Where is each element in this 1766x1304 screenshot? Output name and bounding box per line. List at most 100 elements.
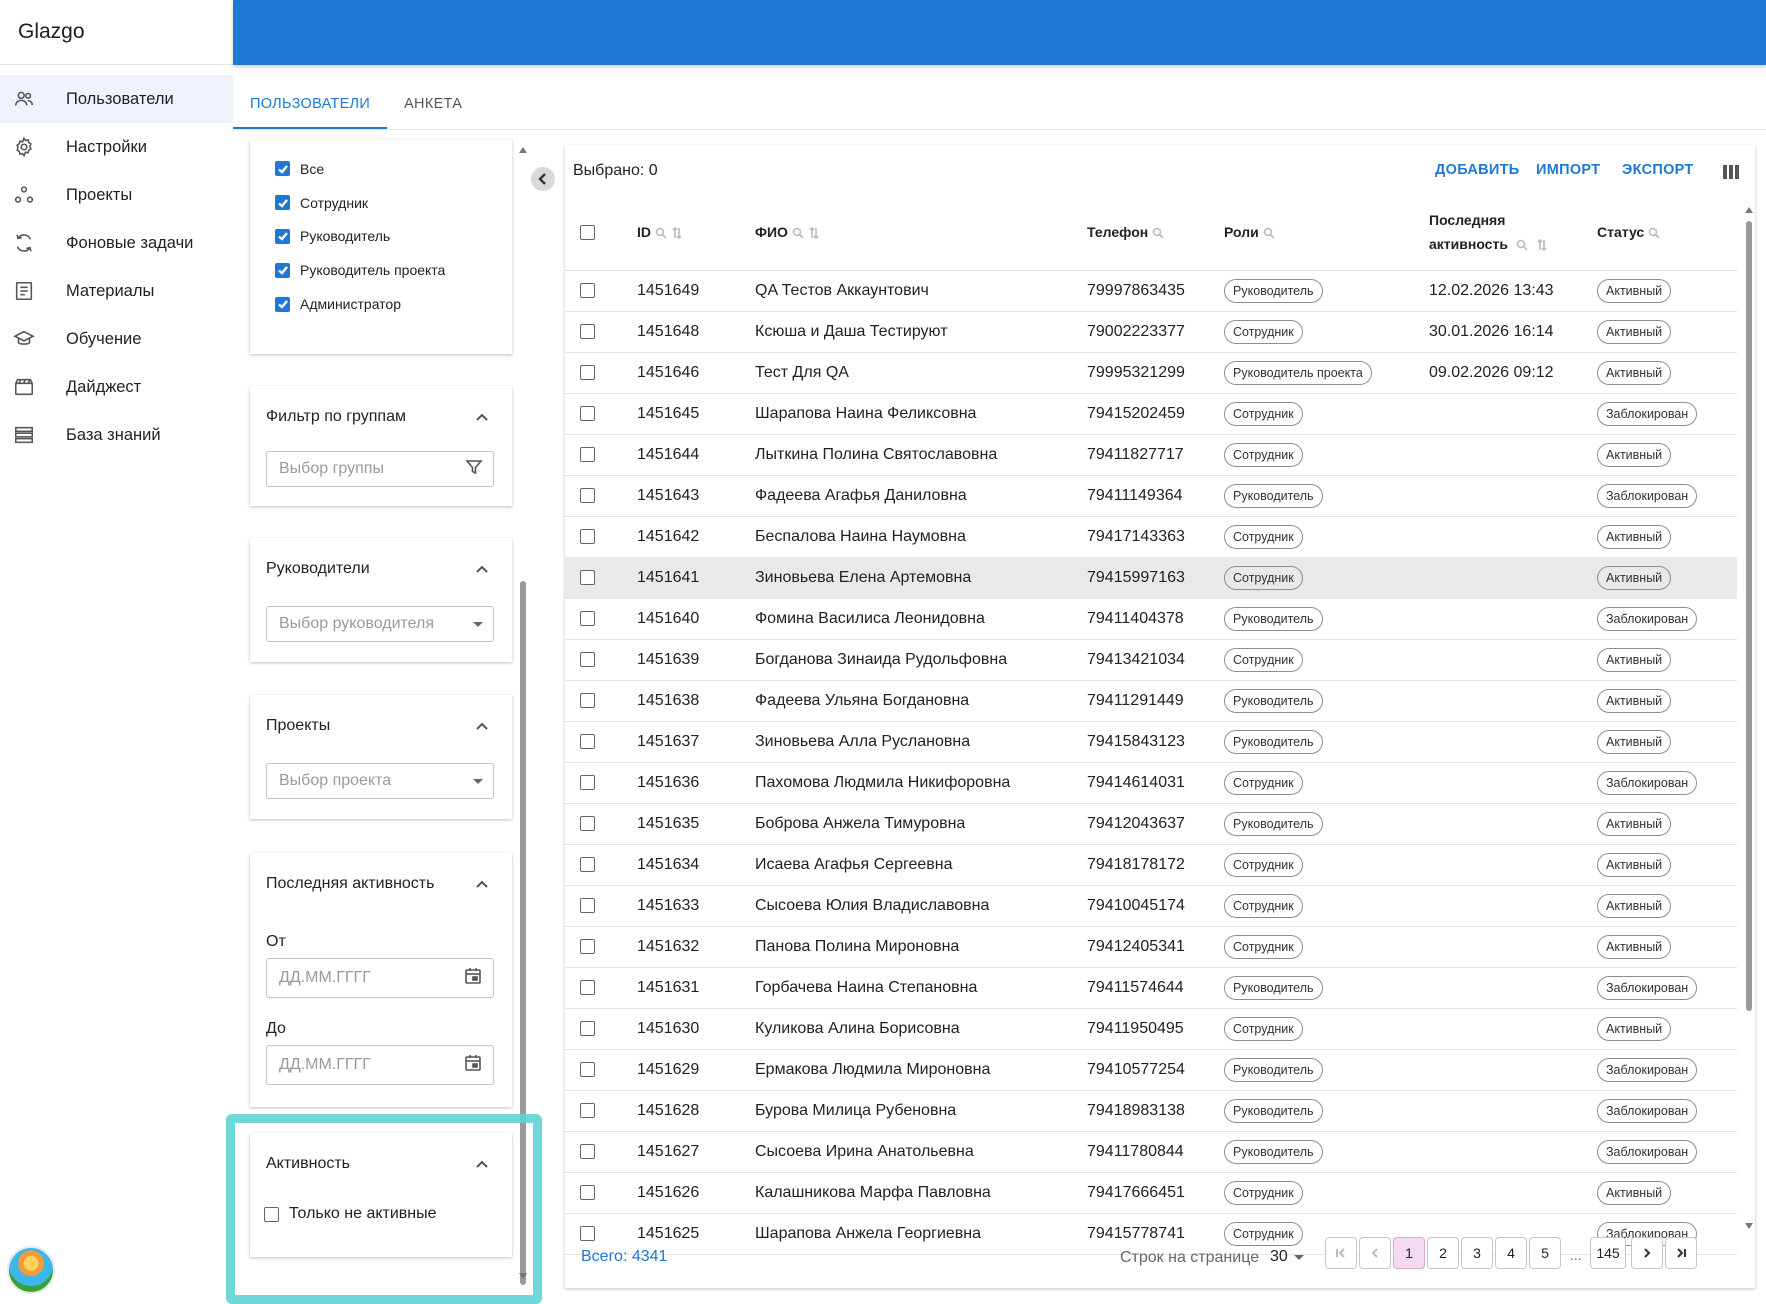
- table-row[interactable]: 1451646 Тест Для QA 79995321299 Руководител…: [565, 352, 1737, 394]
- row-checkbox[interactable]: [580, 1103, 595, 1118]
- column-header-status[interactable]: Статус: [1597, 195, 1737, 271]
- table-row[interactable]: 1451643 Фадеева Агафья Даниловна 794111493…: [565, 475, 1737, 517]
- table-row[interactable]: 1451642 Беспалова Наина Наумовна 794171433…: [565, 516, 1737, 558]
- rows-per-page-select[interactable]: 30: [1270, 1248, 1304, 1266]
- search-icon[interactable]: [1263, 226, 1275, 239]
- sidebar-item-5[interactable]: Обучение: [0, 315, 233, 363]
- sidebar-item-4[interactable]: Материалы: [0, 267, 233, 315]
- table-row[interactable]: 1451630 Куликова Алина Борисовна 794119504…: [565, 1008, 1737, 1050]
- row-checkbox[interactable]: [580, 406, 595, 421]
- sidebar-item-1[interactable]: Настройки: [0, 123, 233, 171]
- row-checkbox[interactable]: [580, 447, 595, 462]
- chevron-up-icon[interactable]: [474, 561, 490, 577]
- table-row[interactable]: 1451631 Горбачева Наина Степановна 7941157…: [565, 967, 1737, 1009]
- date-to-input[interactable]: ДД.ММ.ГГГГ: [266, 1045, 494, 1085]
- row-checkbox[interactable]: [580, 898, 595, 913]
- row-checkbox[interactable]: [580, 693, 595, 708]
- row-checkbox[interactable]: [580, 529, 595, 544]
- row-checkbox[interactable]: [580, 365, 595, 380]
- table-row[interactable]: 1451649 QA Тестов Аккаунтович 79997863435 Р…: [565, 270, 1737, 312]
- row-checkbox[interactable]: [580, 857, 595, 872]
- column-header-roles[interactable]: Роли: [1224, 195, 1429, 271]
- next-page-button[interactable]: [1631, 1237, 1663, 1269]
- checkbox-checked-icon[interactable]: [275, 161, 290, 177]
- table-row[interactable]: 1451641 Зиновьева Елена Артемовна 79415997…: [565, 557, 1737, 599]
- project-select[interactable]: Выбор проекта: [266, 763, 494, 799]
- role-filter-row[interactable]: Руководитель проекта: [250, 253, 512, 287]
- checkbox-checked-icon[interactable]: [275, 262, 290, 278]
- import-button[interactable]: ИМПОРТ: [1536, 162, 1600, 178]
- date-from-input[interactable]: ДД.ММ.ГГГГ: [266, 958, 494, 998]
- page-button[interactable]: 4: [1495, 1237, 1527, 1269]
- row-checkbox[interactable]: [580, 775, 595, 790]
- calendar-icon[interactable]: [463, 1053, 483, 1078]
- table-row[interactable]: 1451639 Богданова Зинаида Рудольфовна 7941…: [565, 639, 1737, 681]
- avatar[interactable]: [7, 1246, 55, 1294]
- add-button[interactable]: ДОБАВИТЬ: [1435, 162, 1520, 178]
- table-row[interactable]: 1451627 Сысоева Ирина Анатольевна 79411780…: [565, 1131, 1737, 1173]
- checkbox-checked-icon[interactable]: [275, 296, 290, 312]
- row-checkbox[interactable]: [580, 652, 595, 667]
- table-row[interactable]: 1451638 Фадеева Ульяна Богдановна 79411291…: [565, 680, 1737, 722]
- table-scrollbar-thumb[interactable]: [1746, 221, 1752, 1011]
- table-row[interactable]: 1451634 Исаева Агафья Сергеевна 7941817817…: [565, 844, 1737, 886]
- chevron-up-icon[interactable]: [474, 718, 490, 734]
- table-row[interactable]: 1451648 Ксюша и Даша Тестируют 79002223377…: [565, 311, 1737, 353]
- role-filter-row[interactable]: Сотрудник: [250, 186, 512, 220]
- row-checkbox[interactable]: [580, 1185, 595, 1200]
- tab-users[interactable]: ПОЛЬЗОВАТЕЛИ: [233, 80, 388, 129]
- table-row[interactable]: 1451633 Сысоева Юлия Владиславовна 7941004…: [565, 885, 1737, 927]
- prev-page-button[interactable]: [1359, 1237, 1391, 1269]
- row-checkbox[interactable]: [580, 1021, 595, 1036]
- row-checkbox[interactable]: [580, 1144, 595, 1159]
- chevron-up-icon[interactable]: [474, 409, 490, 425]
- checkbox-checked-icon[interactable]: [275, 228, 290, 244]
- row-checkbox[interactable]: [580, 734, 595, 749]
- manager-select[interactable]: Выбор руководителя: [266, 606, 494, 642]
- export-button[interactable]: ЭКСПОРТ: [1622, 162, 1694, 178]
- table-row[interactable]: 1451637 Зиновьева Алла Руслановна 79415843…: [565, 721, 1737, 763]
- sort-icon[interactable]: [808, 226, 820, 240]
- chevron-up-icon[interactable]: [474, 876, 490, 892]
- page-button[interactable]: 1: [1393, 1237, 1425, 1269]
- row-checkbox[interactable]: [580, 324, 595, 339]
- scroll-down-arrow-icon[interactable]: [1745, 1223, 1753, 1229]
- search-icon[interactable]: [1152, 226, 1164, 239]
- table-row[interactable]: 1451636 Пахомова Людмила Никифоровна 79414…: [565, 762, 1737, 804]
- row-checkbox[interactable]: [580, 1062, 595, 1077]
- tab-questionnaire[interactable]: АНКЕТА: [387, 80, 479, 128]
- row-checkbox[interactable]: [580, 283, 595, 298]
- row-checkbox[interactable]: [580, 570, 595, 585]
- page-button[interactable]: 2: [1427, 1237, 1459, 1269]
- table-row[interactable]: 1451629 Ермакова Людмила Мироновна 7941057…: [565, 1049, 1737, 1091]
- scroll-up-arrow-icon[interactable]: [519, 147, 527, 153]
- sidebar-item-2[interactable]: Проекты: [0, 171, 233, 219]
- collapse-filters-button[interactable]: [531, 167, 555, 191]
- search-icon[interactable]: [792, 226, 804, 239]
- last-page-button[interactable]: [1665, 1237, 1697, 1269]
- table-row[interactable]: 1451628 Бурова Милица Рубеновна 7941898313…: [565, 1090, 1737, 1132]
- table-row[interactable]: 1451635 Боброва Анжела Тимуровна 794120436…: [565, 803, 1737, 845]
- checkbox-checked-icon[interactable]: [275, 195, 290, 211]
- sidebar-item-7[interactable]: База знаний: [0, 411, 233, 459]
- sort-icon[interactable]: [671, 226, 683, 240]
- role-filter-row[interactable]: Руководитель: [250, 220, 512, 254]
- column-header-phone[interactable]: Телефон: [1087, 195, 1224, 271]
- role-filter-row[interactable]: Администратор: [250, 287, 512, 321]
- table-row[interactable]: 1451626 Калашникова Марфа Павловна 7941766…: [565, 1172, 1737, 1214]
- column-header-fio[interactable]: ФИО: [755, 195, 1087, 271]
- calendar-icon[interactable]: [463, 966, 483, 991]
- sidebar-item-0[interactable]: Пользователи: [0, 75, 233, 123]
- scroll-up-arrow-icon[interactable]: [1745, 207, 1753, 213]
- first-page-button[interactable]: [1325, 1237, 1357, 1269]
- row-checkbox[interactable]: [580, 488, 595, 503]
- table-row[interactable]: 1451644 Лыткина Полина Святославовна 79411…: [565, 434, 1737, 476]
- columns-icon[interactable]: [1723, 165, 1741, 179]
- sidebar-item-3[interactable]: Фоновые задачи: [0, 219, 233, 267]
- sort-icon[interactable]: [1536, 238, 1548, 252]
- page-button[interactable]: 5: [1529, 1237, 1561, 1269]
- search-icon[interactable]: [1516, 238, 1528, 251]
- sidebar-item-6[interactable]: Дайджест: [0, 363, 233, 411]
- page-button[interactable]: 3: [1461, 1237, 1493, 1269]
- column-header-last-activity[interactable]: Последняя активность: [1429, 195, 1597, 271]
